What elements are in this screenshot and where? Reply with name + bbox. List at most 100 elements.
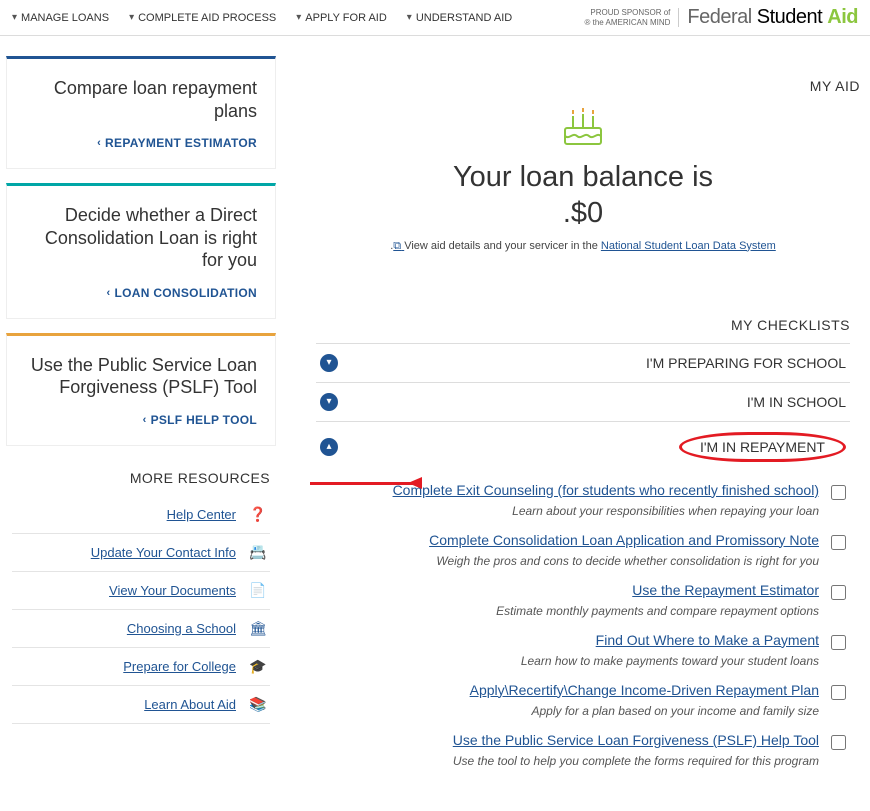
accordion-header-in-school[interactable]: I'M IN SCHOOL ▾: [316, 383, 850, 421]
accordion-in-school: I'M IN SCHOOL ▾: [316, 382, 850, 421]
checklist-link[interactable]: Complete Consolidation Loan Application …: [429, 532, 819, 548]
resource-link[interactable]: Choosing a School: [127, 621, 236, 636]
aid-detail-prefix: View aid details and your servicer in th…: [404, 240, 601, 252]
resources-heading: MORE RESOURCES: [12, 470, 270, 486]
checklist-item-consolidation: Complete Consolidation Loan Application …: [316, 522, 850, 572]
logo-word-aid: Aid: [827, 6, 858, 28]
loan-balance-card: Your loan balance is $0. View aid detail…: [296, 100, 870, 269]
nav-complete-aid-process[interactable]: COMPLETE AID PROCESS▾: [129, 12, 276, 24]
accordion-label: I'M PREPARING FOR SCHOOL: [646, 355, 846, 371]
side-link-text: LOAN CONSOLIDATION: [114, 286, 257, 300]
checklist-link[interactable]: Use the Public Service Loan Forgiveness …: [453, 732, 819, 748]
help-icon: ❓: [248, 506, 268, 523]
checklist-item-repayment-estimator: Use the Repayment Estimator Estimate mon…: [316, 572, 850, 622]
accordion-header-in-repayment[interactable]: I'M IN REPAYMENT ▴: [316, 422, 850, 472]
chevron-right-icon: ›: [97, 137, 101, 149]
resource-item: 📇 Update Your Contact Info: [12, 534, 270, 572]
chevron-down-icon: ▾: [296, 12, 301, 23]
nav-label: UNDERSTAND AID: [416, 12, 512, 24]
side-card-pslf: Use the Public Service Loan Forgiveness …: [6, 333, 276, 446]
checklist-item-pslf: Use the Public Service Loan Forgiveness …: [316, 722, 850, 772]
sponsor-line-2: the AMERICAN MIND ®: [584, 18, 670, 28]
accordion-header-preparing[interactable]: I'M PREPARING FOR SCHOOL ▾: [316, 344, 850, 382]
accordion-preparing: I'M PREPARING FOR SCHOOL ▾: [316, 343, 850, 382]
checklist-link[interactable]: Use the Repayment Estimator: [632, 582, 819, 598]
checklist-desc: Apply for a plan based on your income an…: [320, 704, 819, 718]
side-card-title: Decide whether a Direct Consolidation Lo…: [25, 204, 257, 272]
nav-manage-loans[interactable]: MANAGE LOANS ▾: [12, 12, 109, 24]
side-card-link[interactable]: LOAN CONSOLIDATION›: [107, 286, 257, 300]
nslds-link-text: National Student Loan Data System: [601, 240, 776, 252]
logo-word-student: Student: [757, 6, 822, 28]
resource-item: ❓ Help Center: [12, 496, 270, 534]
logo-word-federal: Federal: [687, 6, 756, 28]
accordion-label: I'M IN SCHOOL: [747, 394, 846, 410]
book-icon: 📚: [248, 696, 268, 713]
checklist-item-idr: Apply\Recertify\Change Income-Driven Rep…: [316, 672, 850, 722]
resource-link[interactable]: Help Center: [167, 507, 236, 522]
more-resources: MORE RESOURCES ❓ Help Center 📇 Update Your…: [6, 470, 276, 724]
side-card-link[interactable]: REPAYMENT ESTIMATOR ›: [97, 136, 257, 150]
resource-item: 🏛 Choosing a School: [12, 610, 270, 648]
chevron-down-icon: ▾: [12, 12, 17, 23]
side-card-link[interactable]: PSLF HELP TOOL ›: [143, 413, 257, 427]
accordion-label: I'M IN REPAYMENT: [700, 439, 825, 455]
checklist-desc: Learn how to make payments toward your s…: [320, 654, 819, 668]
resource-link[interactable]: View Your Documents: [109, 583, 236, 598]
checklist-checkbox[interactable]: [831, 485, 846, 500]
side-card-title: Use the Public Service Loan Forgiveness …: [25, 354, 257, 399]
top-header: Federal Student Aid PROUD SPONSOR of the…: [0, 0, 870, 36]
building-icon: 🏛: [248, 620, 268, 637]
document-icon: 📄: [248, 582, 268, 599]
checklists-panel: MY CHECKLISTS I'M PREPARING FOR SCHOOL ▾…: [296, 303, 870, 792]
cake-icon: [559, 106, 607, 153]
checklist-checkbox[interactable]: [831, 685, 846, 700]
external-link-icon: ⧉: [393, 240, 401, 252]
contact-icon: 📇: [248, 544, 268, 561]
checklist-desc: Weigh the pros and cons to decide whethe…: [320, 554, 819, 568]
checklist-checkbox[interactable]: [831, 635, 846, 650]
side-link-text: PSLF HELP TOOL: [151, 413, 257, 427]
side-card-consolidation: Decide whether a Direct Consolidation Lo…: [6, 183, 276, 319]
checklist-checkbox[interactable]: [831, 735, 846, 750]
accordion-in-repayment: I'M IN REPAYMENT ▴ Complete Exit Counsel…: [316, 421, 850, 772]
sponsor-line-1: PROUD SPONSOR of: [584, 8, 670, 18]
chevron-right-icon: ›: [143, 414, 147, 426]
resource-item: 📄 View Your Documents: [12, 572, 270, 610]
chevron-up-icon: ▴: [320, 438, 338, 456]
checklist-link[interactable]: Apply\Recertify\Change Income-Driven Rep…: [470, 682, 819, 698]
checklists-heading: MY CHECKLISTS: [316, 303, 850, 343]
resource-link[interactable]: Prepare for College: [123, 659, 236, 674]
nav-apply-for-aid[interactable]: APPLY FOR AID ▾: [296, 12, 387, 24]
checklist-desc: Use the tool to help you complete the fo…: [320, 754, 819, 768]
site-logo[interactable]: Federal Student Aid: [687, 6, 858, 29]
checklist-checkbox[interactable]: [831, 585, 846, 600]
logo-area: Federal Student Aid PROUD SPONSOR of the…: [584, 6, 858, 29]
balance-line-2: $0.: [316, 195, 850, 231]
my-aid-heading: MY AID: [296, 78, 860, 94]
chevron-right-icon: ›: [107, 287, 111, 299]
resource-link[interactable]: Learn About Aid: [144, 697, 236, 712]
checklist-desc: Estimate monthly payments and compare re…: [320, 604, 819, 618]
checklist-link[interactable]: Complete Exit Counseling (for students w…: [393, 482, 819, 498]
annotation-arrow: [310, 482, 420, 485]
side-card-title: Compare loan repayment plans: [25, 77, 257, 122]
checklist-desc: Learn about your responsibilities when r…: [320, 504, 819, 518]
checklist-link[interactable]: Find Out Where to Make a Payment: [596, 632, 819, 648]
side-link-text: REPAYMENT ESTIMATOR: [105, 136, 257, 150]
chevron-down-icon: ▾: [320, 354, 338, 372]
checklist-item-exit-counseling: Complete Exit Counseling (for students w…: [316, 472, 850, 522]
side-card-repayment-estimator: Compare loan repayment plans REPAYMENT E…: [6, 56, 276, 169]
checklist-checkbox[interactable]: [831, 535, 846, 550]
balance-line-1: Your loan balance is: [316, 159, 850, 195]
chevron-down-icon: ▾: [129, 12, 134, 23]
main-nav: UNDERSTAND AID▾ APPLY FOR AID▾ COMPLETE …: [12, 12, 512, 24]
resource-link[interactable]: Update Your Contact Info: [91, 545, 236, 560]
nav-label: APPLY FOR AID: [305, 12, 387, 24]
checklist-item-make-payment: Find Out Where to Make a Payment Learn h…: [316, 622, 850, 672]
nav-understand-aid[interactable]: UNDERSTAND AID▾: [407, 12, 512, 24]
nav-label: MANAGE LOANS: [21, 12, 109, 24]
graduation-icon: 🎓: [248, 658, 268, 675]
aid-detail-text: View aid details and your servicer in th…: [316, 240, 850, 253]
chevron-down-icon: ▾: [320, 393, 338, 411]
